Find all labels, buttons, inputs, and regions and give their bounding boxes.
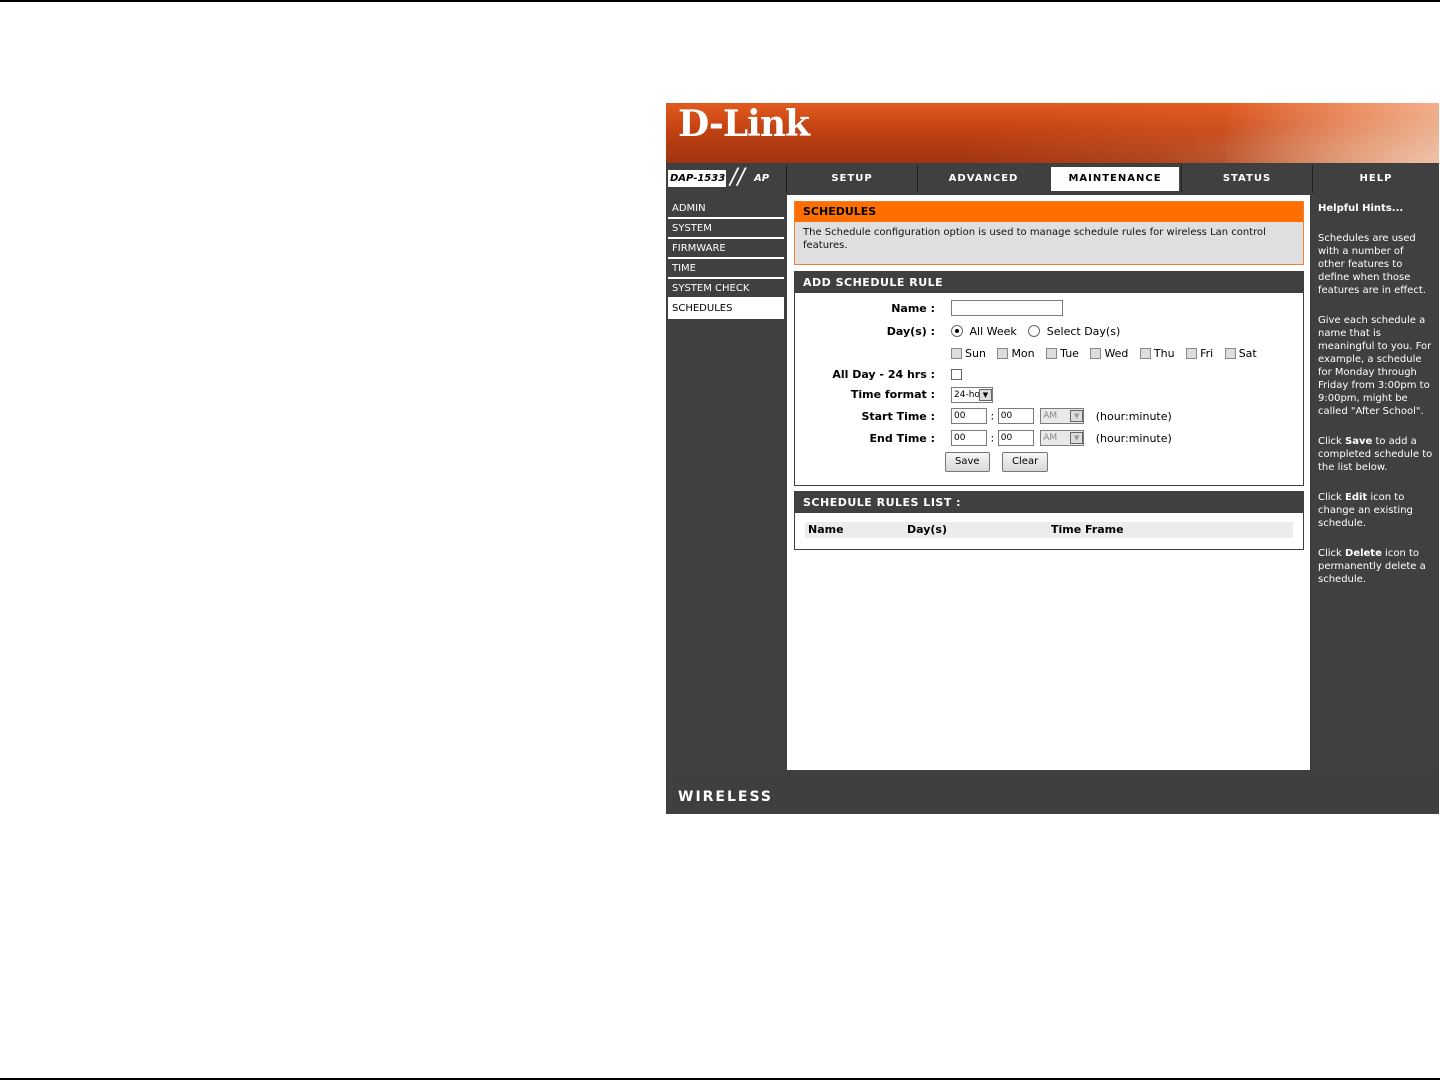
name-label: Name : (891, 302, 935, 315)
day-checkbox-mon[interactable] (997, 347, 1009, 359)
rules-table-header: Name Day(s) Time Frame (805, 522, 1293, 538)
day-checkbox-sat[interactable] (1224, 347, 1236, 359)
main-content: SCHEDULES The Schedule configuration opt… (787, 195, 1310, 770)
model-divider-icon: // (730, 165, 745, 190)
time-separator: : (990, 409, 995, 423)
help-panel: Helpful Hints... Schedules are used with… (1312, 195, 1439, 770)
tab-maintenance[interactable]: MAINTENANCE (1049, 165, 1181, 193)
tab-help[interactable]: HELP (1312, 165, 1439, 193)
sidebar-item-system[interactable]: SYSTEM (668, 219, 784, 239)
sidebar-item-firmware[interactable]: FIRMWARE (668, 239, 784, 259)
time-format-select[interactable]: 24-hour▼ (951, 387, 993, 403)
sidebar-item-admin[interactable]: ADMIN (668, 199, 784, 219)
start-minute-input[interactable]: 00 (997, 408, 1034, 424)
days-label: Day(s) : (886, 325, 935, 338)
dlink-logo: D-Link (678, 103, 810, 145)
start-time-label: Start Time : (861, 410, 935, 423)
end-minute-input[interactable]: 00 (997, 430, 1034, 446)
all-week-label: All Week (969, 324, 1017, 338)
day-checkboxes: Sun Mon Tue Wed Thu Fri Sat (951, 346, 1265, 360)
help-text-schedules: Schedules are used with a number of othe… (1318, 233, 1426, 296)
help-title: Helpful Hints... (1318, 203, 1404, 214)
day-checkbox-tue[interactable] (1046, 347, 1058, 359)
day-label-sun: Sun (965, 346, 986, 360)
day-label-mon: Mon (1011, 346, 1035, 360)
column-name: Name (808, 523, 844, 536)
start-hour-input[interactable]: 00 (951, 408, 987, 424)
tab-advanced[interactable]: ADVANCED (917, 165, 1049, 193)
chevron-down-icon: ▼ (1070, 410, 1084, 422)
select-days-label: Select Day(s) (1046, 324, 1121, 338)
tab-setup[interactable]: SETUP (786, 165, 917, 193)
footer: WIRELESS (666, 770, 1439, 814)
banner-highlight (1226, 103, 1439, 163)
help-text-edit: Click Edit icon to change an existing sc… (1318, 492, 1413, 529)
end-time-hint: (hour:minute) (1095, 431, 1172, 445)
day-label-sat: Sat (1238, 346, 1257, 360)
all-day-label: All Day - 24 hrs : (832, 368, 935, 381)
day-checkbox-wed[interactable] (1090, 347, 1102, 359)
day-label-wed: Wed (1104, 346, 1129, 360)
all-day-checkbox[interactable] (951, 368, 962, 380)
day-label-fri: Fri (1200, 346, 1214, 360)
page-bottom-rule (0, 1078, 1440, 1080)
sidebar: ADMIN SYSTEM FIRMWARE TIME SYSTEM CHECK … (666, 195, 785, 770)
help-text-save: Click Save to add a completed schedule t… (1318, 436, 1433, 473)
end-time-label: End Time : (869, 432, 935, 445)
end-hour-input[interactable]: 00 (951, 430, 987, 446)
header-banner: D-Link (666, 103, 1439, 163)
sidebar-item-schedules[interactable]: SCHEDULES (668, 299, 784, 319)
save-button[interactable]: Save (945, 452, 990, 472)
column-time-frame: Time Frame (1051, 523, 1124, 536)
day-label-tue: Tue (1060, 346, 1079, 360)
start-time-hint: (hour:minute) (1095, 409, 1172, 423)
model-badge: DAP-1533 // AP (666, 165, 785, 193)
help-text-delete: Click Delete icon to permanently delete … (1318, 548, 1426, 585)
time-format-label: Time format : (850, 388, 935, 401)
schedules-intro-section: SCHEDULES The Schedule configuration opt… (794, 201, 1304, 265)
model-name: DAP-1533 (668, 170, 726, 187)
sidebar-item-time[interactable]: TIME (668, 259, 784, 279)
day-label-thu: Thu (1153, 346, 1175, 360)
day-checkbox-thu[interactable] (1139, 347, 1151, 359)
column-days: Day(s) (907, 523, 947, 536)
top-navigation: DAP-1533 // AP SETUP ADVANCED MAINTENANC… (666, 165, 1439, 193)
chevron-down-icon: ▼ (979, 389, 992, 401)
page-top-rule (0, 0, 1440, 2)
time-separator: : (990, 431, 995, 445)
chevron-down-icon: ▼ (1070, 432, 1084, 444)
tab-status[interactable]: STATUS (1181, 165, 1312, 193)
mode-label: AP (754, 173, 770, 184)
day-checkbox-sun[interactable] (951, 347, 962, 359)
add-schedule-rule-section: ADD SCHEDULE RULE Name : Day(s) : All We… (794, 271, 1304, 486)
section-description: The Schedule configuration option is use… (803, 227, 1266, 251)
all-week-radio[interactable] (951, 325, 963, 337)
add-rule-title: ADD SCHEDULE RULE (795, 272, 1303, 293)
day-checkbox-fri[interactable] (1186, 347, 1198, 359)
clear-button[interactable]: Clear (1002, 452, 1049, 472)
help-text-naming: Give each schedule a name that is meanin… (1318, 315, 1432, 417)
router-admin-window: D-Link DAP-1533 // AP SETUP ADVANCED MAI… (666, 103, 1439, 814)
schedule-name-input[interactable] (951, 300, 1063, 316)
section-title: SCHEDULES (795, 202, 1303, 222)
sidebar-item-system-check[interactable]: SYSTEM CHECK (668, 279, 784, 299)
schedule-rules-list-section: SCHEDULE RULES LIST : Name Day(s) Time F… (794, 491, 1304, 550)
select-days-radio[interactable] (1028, 325, 1041, 337)
rules-list-title: SCHEDULE RULES LIST : (795, 492, 1303, 513)
wireless-logo: WIRELESS (678, 789, 774, 805)
